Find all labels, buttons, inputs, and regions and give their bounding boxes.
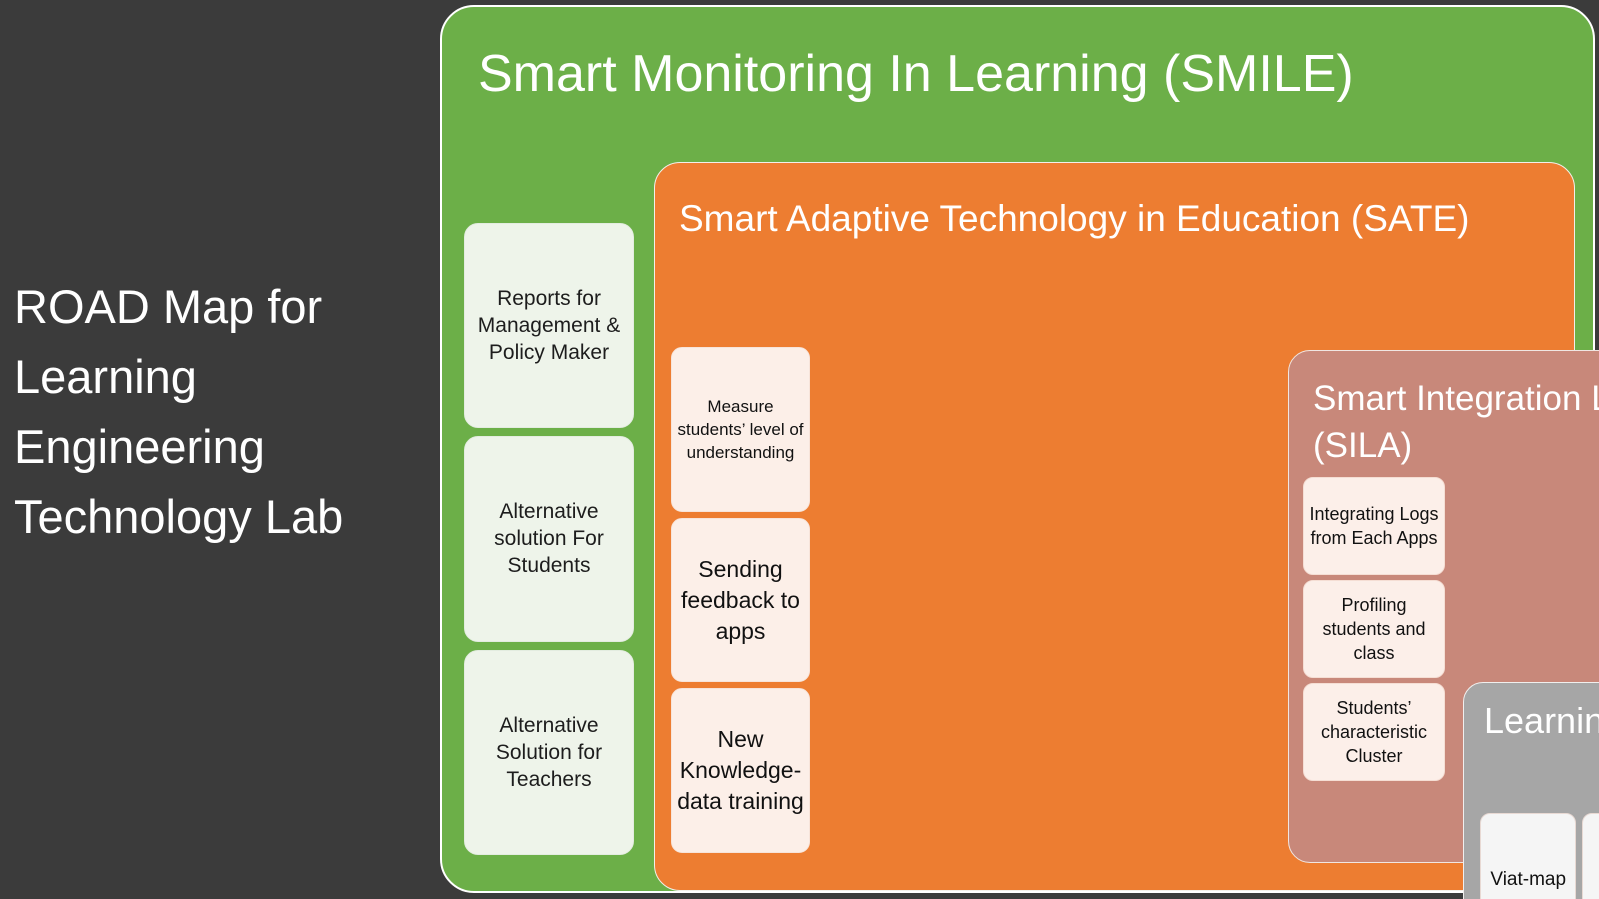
sila-card-column: Integrating Logs from Each Apps Profilin… bbox=[1303, 477, 1445, 781]
learning-apps-title: Learning Apps bbox=[1484, 700, 1599, 741]
sila-card-profiling-students[interactable]: Profiling students and class bbox=[1303, 580, 1445, 678]
learning-apps-panel[interactable]: Learning Apps Viat-map QB-rec SQLearn LO… bbox=[1463, 682, 1599, 899]
app-card-qb-rec[interactable]: QB-rec bbox=[1582, 813, 1599, 899]
sate-card-new-knowledge-training[interactable]: New Knowledge-data training bbox=[671, 688, 810, 854]
sate-card-column: Measure students’ level of understanding… bbox=[671, 347, 810, 854]
sate-panel[interactable]: Smart Adaptive Technology in Education (… bbox=[654, 162, 1599, 899]
sate-card-sending-feedback[interactable]: Sending feedback to apps bbox=[671, 517, 810, 683]
sate-card-measure-understanding[interactable]: Measure students’ level of understanding bbox=[671, 347, 810, 512]
sila-card-integrating-logs[interactable]: Integrating Logs from Each Apps bbox=[1303, 477, 1445, 575]
diagram-canvas: ROAD Map for Learning Engineering Techno… bbox=[0, 0, 1599, 899]
smile-card-alternative-teachers[interactable]: Alternative Solution for Teachers bbox=[464, 649, 634, 855]
sila-title: Smart Integration Learning Analytics (SI… bbox=[1313, 379, 1599, 465]
smile-card-column: Reports for Management & Policy Maker Al… bbox=[464, 223, 634, 855]
sila-card-characteristic-cluster[interactable]: Students’ characteristic Cluster bbox=[1303, 683, 1445, 781]
smile-panel[interactable]: Smart Monitoring In Learning (SMILE) Rep… bbox=[440, 5, 1599, 899]
sate-title: Smart Adaptive Technology in Education (… bbox=[679, 198, 1470, 239]
app-card-viat-map[interactable]: Viat-map bbox=[1480, 813, 1577, 899]
sila-panel[interactable]: Smart Integration Learning Analytics (SI… bbox=[1288, 350, 1599, 899]
smile-card-alternative-students[interactable]: Alternative solution For Students bbox=[464, 436, 634, 642]
roadmap-lab-title: ROAD Map for Learning Engineering Techno… bbox=[14, 280, 344, 543]
smile-title: Smart Monitoring In Learning (SMILE) bbox=[478, 45, 1354, 103]
learning-apps-row: Viat-map QB-rec SQLearn LOOP PSEUDO Lear… bbox=[1480, 813, 1599, 899]
smile-card-reports[interactable]: Reports for Management & Policy Maker bbox=[464, 223, 634, 429]
